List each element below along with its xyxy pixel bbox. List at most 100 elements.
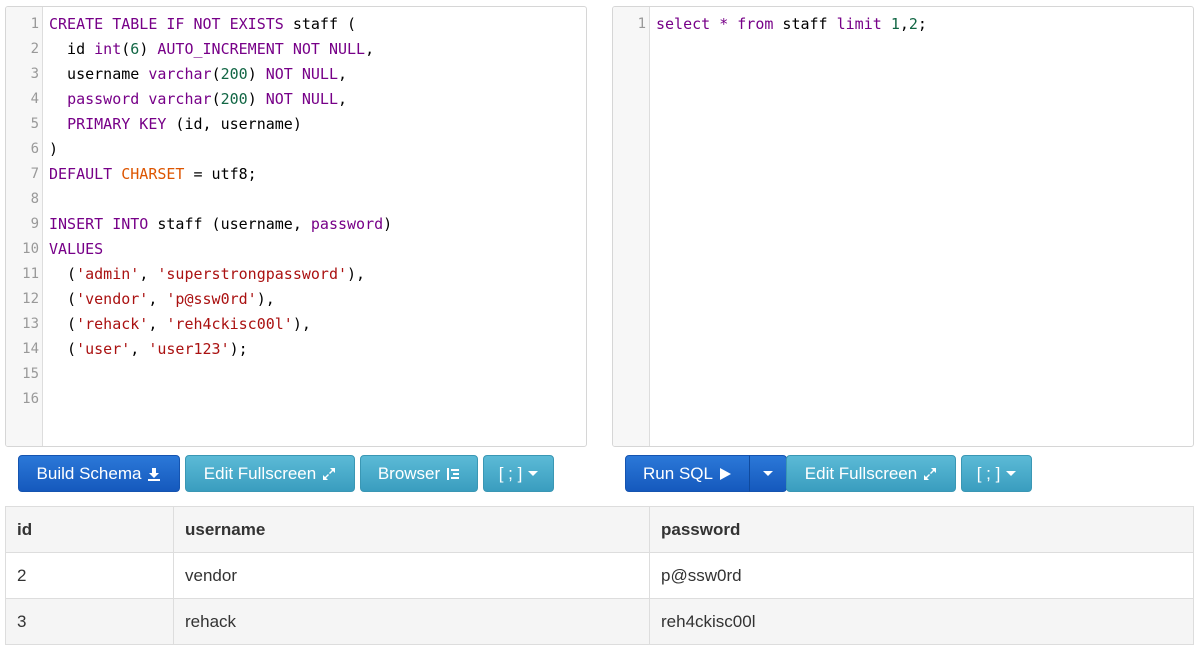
schema-delimiter-dropdown[interactable]: [ ; ] (483, 455, 554, 492)
code-token: password (67, 90, 140, 108)
code-text: INSERT INTO staff (username, password) (49, 212, 392, 237)
code-line[interactable]: 8 (6, 187, 586, 212)
code-line[interactable]: 12 ('vendor', 'p@ssw0rd'), (6, 287, 586, 312)
code-token: 2 (908, 15, 918, 33)
code-token: , (139, 265, 158, 283)
code-token: DEFAULT (49, 165, 113, 183)
code-text: password varchar(200) NOT NULL, (49, 87, 347, 112)
code-token: PRIMARY KEY (67, 115, 167, 133)
code-line[interactable]: 15 (6, 362, 586, 387)
download-icon (147, 467, 161, 481)
query-delimiter-dropdown[interactable]: [ ; ] (961, 455, 1032, 492)
build-schema-button[interactable]: Build Schema (18, 455, 180, 492)
code-token: 'user' (76, 340, 131, 358)
code-token: select (656, 15, 711, 33)
caret-down-icon (763, 471, 773, 476)
run-sql-button[interactable]: Run SQL (625, 455, 750, 492)
code-line[interactable]: 1 select * from staff limit 1,2; (613, 12, 1193, 37)
code-text: id int(6) AUTO_INCREMENT NOT NULL, (49, 37, 374, 62)
code-token: NOT NULL (265, 65, 338, 83)
code-token: ) (139, 40, 158, 58)
code-token: int (94, 40, 122, 58)
code-token: password (310, 215, 384, 233)
code-token: 'superstrongpassword' (157, 265, 348, 283)
code-token: INSERT INTO (49, 215, 149, 233)
code-token: ); (229, 340, 248, 358)
schema-editor[interactable]: 1 CREATE TABLE IF NOT EXISTS staff (2 id … (5, 6, 587, 447)
expand-icon (923, 467, 937, 481)
code-token: 6 (130, 40, 140, 58)
line-number: 6 (30, 141, 39, 157)
query-edit-fullscreen-button[interactable]: Edit Fullscreen (786, 455, 956, 492)
code-token: varchar (148, 90, 212, 108)
code-token: ( (121, 40, 131, 58)
code-token: from (737, 15, 774, 33)
schema-code-lines[interactable]: 1 CREATE TABLE IF NOT EXISTS staff (2 id … (6, 12, 586, 412)
query-code-lines[interactable]: 1 select * from staff limit 1,2; (613, 12, 1193, 37)
line-number: 9 (30, 216, 39, 232)
line-number: 15 (22, 366, 39, 382)
code-token: ( (211, 65, 221, 83)
line-number: 3 (30, 66, 39, 82)
caret-down-icon (1006, 471, 1017, 476)
edit-fullscreen-label: Edit Fullscreen (804, 463, 918, 483)
code-line[interactable]: 7 DEFAULT CHARSET = utf8; (6, 162, 586, 187)
browser-button[interactable]: Browser (360, 455, 478, 492)
code-line[interactable]: 2 id int(6) AUTO_INCREMENT NOT NULL, (6, 37, 586, 62)
run-sql-label: Run SQL (643, 463, 713, 483)
code-line[interactable]: 14 ('user', 'user123'); (6, 337, 586, 362)
code-token: 'rehack' (76, 315, 149, 333)
query-editor[interactable]: 1 select * from staff limit 1,2; (612, 6, 1194, 447)
code-token: 'reh4ckisc00l' (166, 315, 293, 333)
column-header-password: password (649, 506, 1194, 553)
delimiter-label: [ ; ] (976, 463, 1001, 483)
code-token: ) (247, 90, 266, 108)
code-token: ), (292, 315, 311, 333)
code-line[interactable]: 1 CREATE TABLE IF NOT EXISTS staff ( (6, 12, 586, 37)
code-line[interactable]: 10 VALUES (6, 237, 586, 262)
code-token: , (148, 290, 167, 308)
column-header-id: id (5, 506, 174, 553)
code-line[interactable]: 13 ('rehack', 'reh4ckisc00l'), (6, 312, 586, 337)
code-line[interactable]: 11 ('admin', 'superstrongpassword'), (6, 262, 586, 287)
code-token: varchar (148, 65, 212, 83)
code-token: , (338, 90, 348, 108)
code-token: staff ( (283, 15, 357, 33)
code-token: ; (917, 15, 927, 33)
expand-icon (322, 467, 336, 481)
code-token: ( (49, 265, 77, 283)
code-token: VALUES (49, 240, 104, 258)
code-token: , (148, 315, 167, 333)
code-line[interactable]: 4 password varchar(200) NOT NULL, (6, 87, 586, 112)
code-line[interactable]: 16 (6, 387, 586, 412)
code-token: staff (username, (148, 215, 311, 233)
column-header-username: username (173, 506, 650, 553)
line-number: 1 (637, 16, 646, 32)
code-text: select * from staff limit 1,2; (656, 12, 927, 37)
play-icon (719, 467, 732, 481)
table-row: 3 rehack reh4ckisc00l (5, 598, 1194, 645)
line-number-gutter (613, 7, 650, 446)
code-token: ), (256, 290, 275, 308)
code-token: ) (49, 140, 59, 158)
schema-edit-fullscreen-button[interactable]: Edit Fullscreen (185, 455, 355, 492)
code-line[interactable]: 9 INSERT INTO staff (username, password) (6, 212, 586, 237)
code-line[interactable]: 3 username varchar(200) NOT NULL, (6, 62, 586, 87)
code-token: ( (49, 315, 77, 333)
code-token: username (49, 65, 149, 83)
tree-icon (446, 467, 460, 481)
code-text: ('admin', 'superstrongpassword'), (49, 262, 365, 287)
line-number: 14 (22, 341, 39, 357)
code-token: 'p@ssw0rd' (166, 290, 257, 308)
run-sql-dropdown-toggle[interactable] (749, 455, 787, 492)
code-token: ) (247, 65, 266, 83)
line-number: 4 (30, 91, 39, 107)
code-line[interactable]: 6) (6, 137, 586, 162)
build-schema-label: Build Schema (36, 463, 142, 483)
code-text: ) (49, 137, 58, 162)
code-line[interactable]: 5 PRIMARY KEY (id, username) (6, 112, 586, 137)
